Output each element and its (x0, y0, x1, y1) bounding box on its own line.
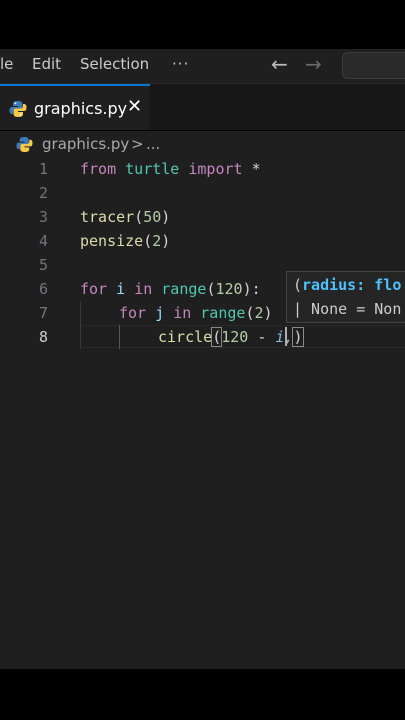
menu-file[interactable]: le (0, 55, 13, 73)
signature-help-popup: (radius: flo | None = Non (286, 271, 405, 323)
line-number: 7 (38, 304, 48, 322)
code-text: pensize(2) (80, 232, 170, 250)
number-literal: 120 (221, 328, 249, 346)
arrow-left-icon[interactable]: ← (271, 52, 288, 76)
python-icon (9, 101, 27, 117)
tab-graphics-py[interactable]: graphics.py ✕ (0, 84, 150, 130)
bottom-band (0, 669, 405, 720)
keyword-for: for (80, 280, 108, 298)
paren: ) (161, 232, 171, 250)
python-icon (16, 136, 33, 153)
keyword-import: import (188, 160, 243, 178)
import-star: * (251, 160, 261, 178)
arrow-right-icon[interactable]: → (305, 52, 322, 76)
code-line: 4 pensize(2) (0, 229, 405, 253)
keyword-in: in (173, 304, 192, 322)
paren: ( (211, 327, 223, 347)
line-number: 4 (38, 232, 48, 250)
tab-label: graphics.py (34, 99, 128, 118)
keyword-in: in (134, 280, 153, 298)
code-line-active: 8 circle(120 - i,) (0, 325, 405, 349)
function-name: circle (158, 328, 213, 346)
module-name: turtle (125, 160, 180, 178)
line-number: 8 (38, 328, 48, 346)
loop-variable: i (116, 280, 126, 298)
signature-paren: ( (293, 276, 303, 294)
menu-selection[interactable]: Selection (80, 55, 149, 73)
number-literal: 2 (254, 304, 264, 322)
menu-more[interactable]: ··· (172, 55, 189, 73)
code-text: from turtle import * (80, 160, 261, 178)
signature-line: (radius: flo (293, 276, 401, 294)
menu-bar: le Edit Selection ··· ← → (0, 49, 405, 84)
operator: - (248, 328, 276, 346)
keyword-for: for (119, 304, 147, 322)
paren: ) (263, 304, 273, 322)
paren: ) (292, 327, 304, 347)
builtin-range: range (161, 280, 207, 298)
command-center[interactable] (342, 52, 405, 79)
line-number: 2 (38, 184, 48, 202)
keyword-from: from (80, 160, 117, 178)
breadcrumb-more[interactable]: ... (146, 135, 160, 153)
code-text: for j in range(2) (119, 304, 273, 322)
code-text: circle(120 - i,) (158, 327, 304, 347)
code-line: 2 (0, 181, 405, 205)
tab-bar: graphics.py ✕ (0, 84, 405, 130)
close-icon[interactable]: ✕ (127, 96, 142, 117)
line-number: 3 (38, 208, 48, 226)
indent-guide (119, 325, 120, 349)
code-text: for i in range(120): (80, 280, 261, 298)
breadcrumb-file[interactable]: graphics.py (42, 135, 129, 153)
text-cursor (285, 327, 287, 346)
line-number: 1 (38, 160, 48, 178)
number-literal: 2 (152, 232, 162, 250)
indent-guide (80, 301, 81, 349)
code-text: tracer(50) (80, 208, 170, 226)
paren: ): (242, 280, 261, 298)
function-name: pensize (80, 232, 144, 250)
active-parameter: radius: flo (302, 276, 402, 294)
code-line: 1 from turtle import * (0, 157, 405, 181)
signature-line-2: | None = Non (293, 300, 402, 318)
builtin-range: range (200, 304, 246, 322)
paren: ) (161, 208, 171, 226)
line-number: 6 (38, 280, 48, 298)
code-editor[interactable]: 1 from turtle import * 2 3 tracer(50) 4 … (0, 157, 405, 669)
loop-variable: j (155, 304, 165, 322)
paren: ( (134, 208, 144, 226)
function-name: tracer (80, 208, 135, 226)
chevron-right-icon: > (131, 135, 144, 153)
screen: le Edit Selection ··· ← → graphics.py ✕ … (0, 0, 405, 720)
menu-edit[interactable]: Edit (32, 55, 61, 73)
line-number: 5 (38, 256, 48, 274)
code-line: 3 tracer(50) (0, 205, 405, 229)
paren: ( (143, 232, 153, 250)
number-literal: 50 (143, 208, 162, 226)
number-literal: 120 (215, 280, 243, 298)
breadcrumb: graphics.py > ... (0, 131, 405, 157)
